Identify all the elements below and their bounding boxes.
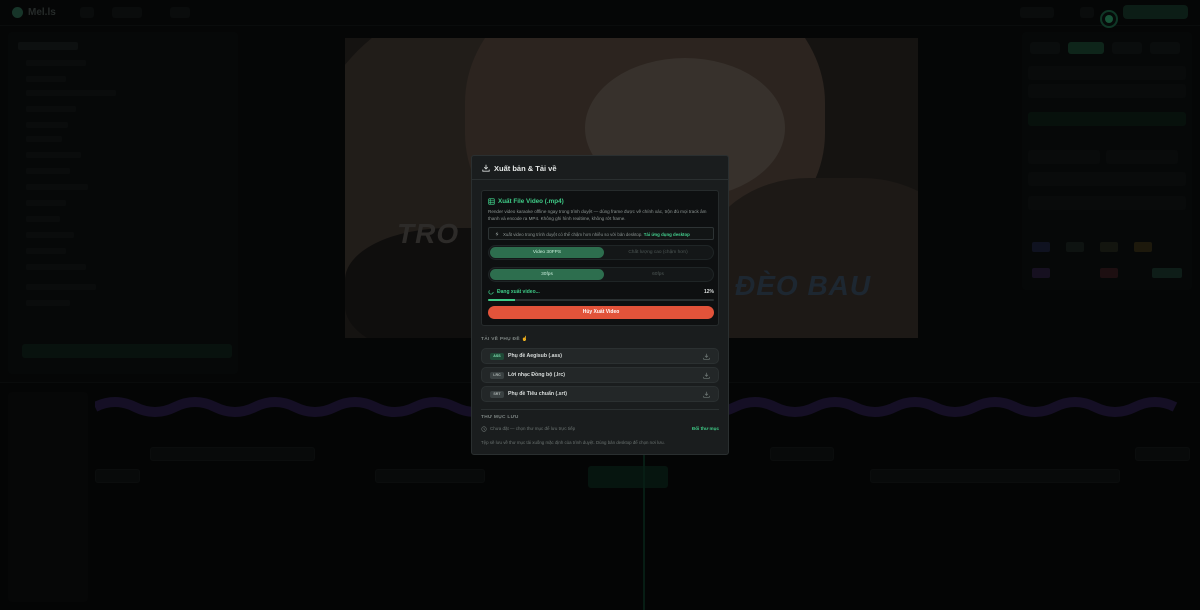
subtitle-format-label: Lời nhạc Đồng bộ (.lrc) — [508, 372, 566, 378]
format-badge: LRC — [490, 372, 504, 379]
export-progress: Đang xuất video... 12% — [488, 288, 714, 296]
subtitle-format-label: Phụ đề Tiêu chuẩn (.srt) — [508, 391, 567, 397]
folder-footnote: Tệp sẽ lưu về thư mục tải xuống mặc định… — [481, 440, 665, 445]
dialog-header: Xuất bản & Tải về — [472, 156, 728, 180]
export-card-title: Xuất File Video (.mp4) — [498, 198, 564, 205]
subtitle-section-label: TẢI VỀ PHỤ ĐỀ ☝ — [481, 337, 528, 342]
fps-toggle: 30fps 60fps — [488, 267, 714, 282]
current-folder: Chưa đặt — chọn thư mục để lưu trực tiếp — [490, 426, 576, 431]
folder-section-label: THƯ MỤC LƯU — [481, 415, 519, 420]
video-export-card: Xuất File Video (.mp4) Render video kara… — [481, 190, 719, 326]
subtitle-download-lrc[interactable]: LRC Lời nhạc Đồng bộ (.lrc) — [481, 367, 719, 383]
dialog-title: Xuất bản & Tải về — [494, 164, 557, 173]
download-icon[interactable] — [703, 391, 710, 398]
cancel-export-button[interactable]: Hủy Xuất Video — [488, 306, 714, 319]
download-icon[interactable] — [703, 353, 710, 360]
fps-option-60[interactable]: 60fps — [601, 269, 715, 280]
notice-text: Xuất video trong trình duyệt có thể chậm… — [503, 232, 643, 237]
film-icon — [488, 198, 495, 205]
lightning-icon — [495, 231, 499, 237]
app-background: Mel.ls TRO ĐÈO BAU — [0, 0, 1200, 610]
desktop-notice: Xuất video trong trình duyệt có thể chậm… — [488, 227, 714, 240]
hand-icon: ☝ — [521, 337, 528, 342]
progress-percent: 12% — [703, 289, 714, 295]
quality-toggle: Video 30FPS Chất lượng cao (chậm hơn) — [488, 245, 714, 260]
progress-bar — [488, 299, 714, 301]
spinner-icon — [488, 289, 494, 295]
clock-icon — [481, 426, 487, 432]
subtitle-format-label: Phụ đề Aegisub (.ass) — [508, 353, 562, 359]
download-icon[interactable] — [703, 372, 710, 379]
subtitle-download-ass[interactable]: ASS Phụ đề Aegisub (.ass) — [481, 348, 719, 364]
save-folder-row: Chưa đặt — chọn thư mục để lưu trực tiếp… — [481, 425, 719, 433]
quality-option-high[interactable]: Chất lượng cao (chậm hơn) — [601, 247, 715, 258]
format-badge: ASS — [490, 353, 504, 360]
format-badge: SRT — [490, 391, 504, 398]
export-dialog: Xuất bản & Tải về Xuất File Video (.mp4)… — [471, 155, 729, 455]
section-divider — [481, 409, 719, 410]
download-icon — [482, 164, 490, 172]
subtitle-download-srt[interactable]: SRT Phụ đề Tiêu chuẩn (.srt) — [481, 386, 719, 402]
desktop-app-link[interactable]: Tải ứng dụng desktop — [644, 232, 690, 237]
progress-fill — [488, 299, 516, 301]
quality-option-standard[interactable]: Video 30FPS — [490, 247, 604, 258]
change-folder-link[interactable]: Đổi thư mục — [692, 426, 719, 431]
export-card-description: Render video karaoke offline ngay trong … — [488, 209, 707, 221]
fps-option-30[interactable]: 30fps — [490, 269, 604, 280]
progress-label: Đang xuất video... — [497, 289, 540, 295]
